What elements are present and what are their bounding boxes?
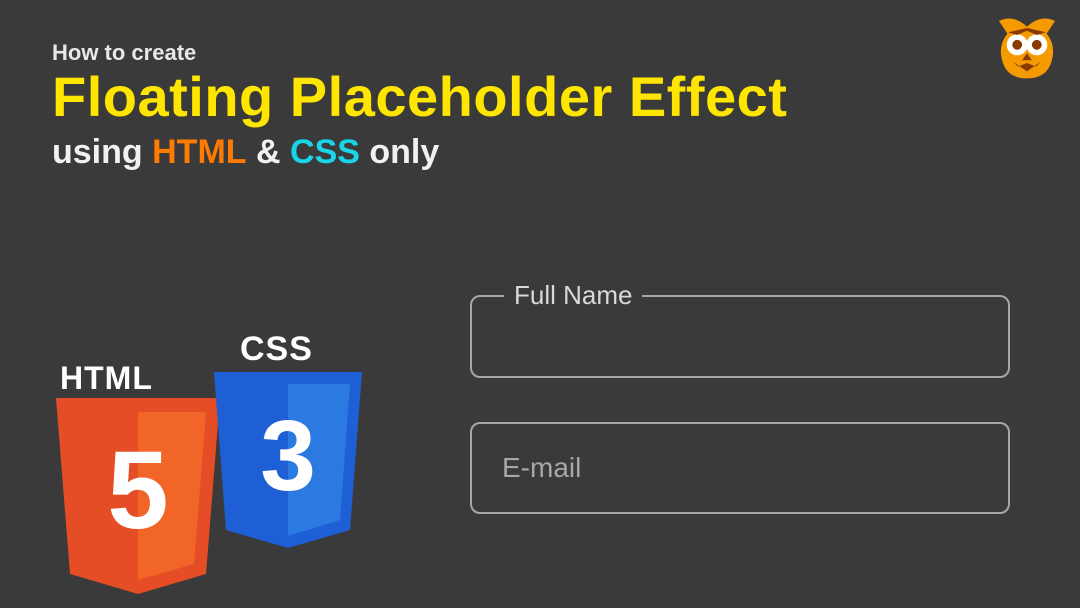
html5-glyph: 5	[107, 429, 168, 552]
fullname-floating-label: Full Name	[504, 280, 642, 311]
subtitle-ampersand: &	[256, 133, 281, 171]
form-demo: Full Name E-mail	[470, 280, 1030, 514]
email-placeholder: E-mail	[502, 452, 581, 484]
fullname-field[interactable]: Full Name	[470, 280, 1010, 378]
html5-shield-icon: 5	[48, 398, 228, 598]
tech-logos: HTML CSS 5 3	[48, 330, 368, 570]
css-label: CSS	[240, 330, 313, 369]
email-field[interactable]: E-mail	[470, 422, 1010, 514]
subtitle-word-html: HTML	[152, 133, 246, 171]
owl-logo-icon	[992, 14, 1062, 84]
title-subtitle: using HTML & CSS only	[52, 133, 787, 172]
html-label: HTML	[60, 360, 153, 397]
css3-glyph: 3	[260, 400, 316, 512]
subtitle-word-using: using	[52, 133, 143, 171]
page-title-block: How to create Floating Placeholder Effec…	[52, 40, 787, 172]
subtitle-word-css: CSS	[290, 133, 360, 171]
css3-shield-icon: 3	[208, 372, 368, 552]
title-prefix: How to create	[52, 40, 787, 66]
title-main: Floating Placeholder Effect	[52, 68, 787, 127]
subtitle-word-only: only	[369, 133, 439, 171]
